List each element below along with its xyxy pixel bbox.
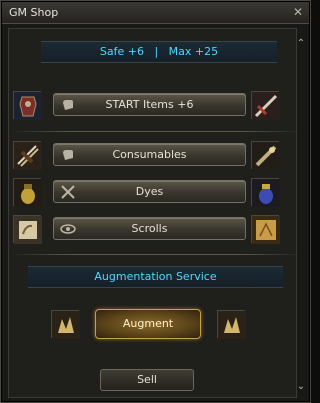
blue-jar-icon — [251, 178, 280, 207]
shop-panel — [8, 28, 297, 398]
sell-button-label: Sell — [137, 373, 157, 386]
augment-button[interactable]: Augment — [95, 309, 201, 339]
enchant-info-banner: Safe +6 | Max +25 — [41, 41, 277, 63]
arrows-icon — [13, 141, 42, 170]
augment-button-label: Augment — [122, 317, 174, 330]
crossed-swords-icon — [61, 185, 75, 199]
armor-icon — [13, 91, 42, 120]
scroll-down-icon[interactable]: ⌄ — [295, 381, 307, 393]
crystal-icon — [51, 310, 80, 339]
banner-separator: | — [154, 45, 159, 58]
sell-button[interactable]: Sell — [100, 369, 194, 391]
scrolls-button[interactable]: Scrolls — [53, 217, 246, 240]
window-title: GM Shop — [9, 6, 59, 19]
scroll-up-icon[interactable]: ⌃ — [295, 38, 307, 50]
consumables-button[interactable]: Consumables — [53, 143, 246, 166]
gm-shop-window: GM Shop ✕ ⌃ ⌄ Safe +6 | Max +25 START It… — [0, 0, 311, 403]
potion-icon — [251, 141, 280, 170]
section-divider — [10, 254, 302, 255]
sword-icon — [251, 91, 280, 120]
dyes-button[interactable]: Dyes — [53, 180, 246, 203]
dyes-label: Dyes — [135, 185, 164, 198]
gold-jar-icon — [13, 178, 42, 207]
titlebar[interactable]: GM Shop ✕ — [2, 2, 309, 24]
glove-icon — [63, 150, 73, 160]
safe-enchant-label: Safe +6 — [99, 45, 144, 58]
close-icon[interactable]: ✕ — [291, 5, 305, 19]
map-icon — [251, 215, 280, 244]
section-divider — [10, 131, 302, 132]
start-items-label: START Items +6 — [105, 98, 194, 111]
start-items-button[interactable]: START Items +6 — [53, 93, 246, 116]
augmentation-heading: Augmentation Service — [28, 266, 283, 288]
eye-icon — [60, 224, 76, 234]
scroll-icon — [13, 215, 42, 244]
scrolls-label: Scrolls — [131, 222, 168, 235]
glove-icon — [63, 100, 73, 110]
max-enchant-label: Max +25 — [168, 45, 219, 58]
consumables-label: Consumables — [112, 148, 187, 161]
crystal-icon — [217, 310, 246, 339]
augmentation-heading-label: Augmentation Service — [94, 270, 217, 283]
